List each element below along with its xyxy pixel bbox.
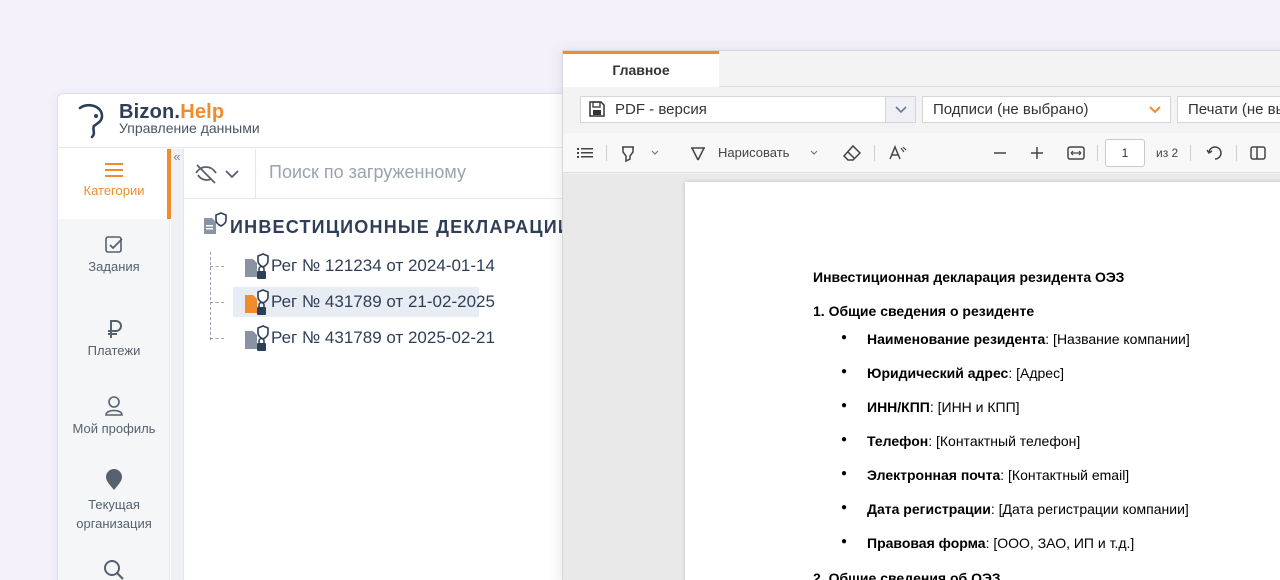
tree-item[interactable]: Рег № 431789 от 2025-02-21 <box>233 323 495 353</box>
save-icon <box>589 101 605 117</box>
document-lock-icon <box>245 253 269 279</box>
document-lock-icon <box>245 325 269 351</box>
tree-connector <box>210 302 224 303</box>
sidebar-item-label: Категории <box>83 183 145 198</box>
tree-item-label: Рег № 121234 от 2024-01-14 <box>271 256 495 275</box>
draw-pen-icon[interactable] <box>689 142 707 164</box>
fit-width-icon[interactable] <box>1066 142 1086 164</box>
chevron-down-icon[interactable] <box>809 142 819 164</box>
toolbar-divider <box>1236 145 1237 161</box>
highlighter-icon[interactable] <box>619 142 637 164</box>
version-select[interactable]: PDF - версия <box>580 96 916 123</box>
tree-connector <box>210 266 224 267</box>
filter-dropdown-button[interactable] <box>193 161 245 187</box>
app-header: Bizon.Help Управление данными <box>58 94 586 148</box>
search-bar <box>185 149 588 199</box>
eraser-icon[interactable] <box>842 142 862 164</box>
pdf-viewer-window: Главное PDF - версия Подписи (не выбрано… <box>562 50 1280 580</box>
page-number-input[interactable] <box>1105 139 1145 167</box>
menu-icon <box>105 163 123 177</box>
toolbar-divider <box>1097 145 1098 161</box>
sidebar-item-categories[interactable]: Категории <box>58 149 171 219</box>
zoom-in-icon[interactable] <box>1030 142 1044 164</box>
checkbox-icon <box>105 236 123 253</box>
sidebar-item-label: Текущая <box>88 497 140 512</box>
tree-item-label: Рег № 431789 от 2025-02-21 <box>271 328 495 347</box>
document-section-heading: 2. Общие сведения об ОЭЗ <box>813 570 1001 580</box>
brand-subtitle: Управление данными <box>119 120 260 136</box>
chevron-down-icon <box>1140 97 1170 122</box>
selects-row: PDF - версия Подписи (не выбрано) Печати… <box>563 87 1280 133</box>
list-item: Правовая форма: [ООО, ЗАО, ИП и т.д.] <box>833 533 1190 568</box>
sidebar-item-organization[interactable]: Текущая организация <box>58 469 170 531</box>
zoom-out-icon[interactable] <box>993 142 1007 164</box>
list-item: Наименование резидента: [Название компан… <box>833 329 1190 364</box>
stamps-select-value: Печати (не выбрано) <box>1188 101 1280 118</box>
tree-item-selected[interactable]: Рег № 431789 от 21-02-2025 <box>233 287 495 317</box>
divider <box>255 149 256 199</box>
list-item: Телефон: [Контактный телефон] <box>833 431 1190 466</box>
app-window: Bizon.Help Управление данными Категории … <box>57 93 588 580</box>
ruble-icon <box>108 320 122 338</box>
location-pin-icon <box>106 469 122 490</box>
toolbar-divider <box>1190 145 1191 161</box>
sidebar-item-label: организация <box>76 516 152 531</box>
text-aa-icon[interactable] <box>888 142 908 164</box>
tree-root-label: ИНВЕСТИЦИОННЫЕ ДЕКЛАРАЦИИ <box>230 217 573 237</box>
sidebar-item-payments[interactable]: Платежи <box>58 319 170 369</box>
bizon-logo-icon <box>78 103 104 139</box>
ribbon-tabbar: Главное <box>563 51 1280 87</box>
document-title: Инвестиционная декларация резидента ОЭЗ <box>813 269 1125 285</box>
document-lock-icon <box>245 289 269 315</box>
user-icon <box>105 396 123 416</box>
signatures-select[interactable]: Подписи (не выбрано) <box>922 96 1171 123</box>
sidebar-item-tasks[interactable]: Задания <box>58 235 170 285</box>
sidebar-item-search[interactable] <box>58 559 170 580</box>
sidebar-item-label: Мой профиль <box>72 421 156 436</box>
page-layout-icon[interactable] <box>1249 142 1269 164</box>
sidebar-item-label: Задания <box>88 259 140 274</box>
search-input[interactable] <box>269 162 569 183</box>
rotate-icon[interactable] <box>1205 142 1225 164</box>
tree-connector <box>210 338 224 339</box>
tree-item-label: Рег № 431789 от 21-02-2025 <box>271 292 495 311</box>
draw-button[interactable]: Нарисовать <box>718 142 789 164</box>
chevron-down-icon <box>885 97 915 122</box>
chevron-down-icon[interactable] <box>650 142 660 164</box>
chevron-down-icon <box>225 170 239 179</box>
document-section-heading: 1. Общие сведения о резиденте <box>813 303 1035 319</box>
document-shield-icon <box>204 212 227 234</box>
stamps-select[interactable]: Печати (не выбрано) <box>1177 96 1280 123</box>
pdf-toolbar: Нарисовать из 2 <box>563 133 1280 173</box>
pdf-canvas[interactable]: Инвестиционная декларация резидента ОЭЗ … <box>563 174 1280 580</box>
tree-root-folder[interactable]: ИНВЕСТИЦИОННЫЕ ДЕКЛАРАЦИИ <box>202 212 572 238</box>
document-list: Наименование резидента: [Название компан… <box>833 329 1190 568</box>
sidebar-item-profile[interactable]: Мой профиль <box>58 395 170 445</box>
toolbar-divider <box>874 145 875 161</box>
page-total-label: из 2 <box>1156 146 1179 160</box>
search-icon <box>104 560 124 580</box>
toolbar-divider <box>606 145 607 161</box>
pdf-page: Инвестиционная декларация резидента ОЭЗ … <box>685 182 1280 580</box>
sidebar: Категории Задания Платежи Мой профиль Те… <box>58 149 171 580</box>
list-item: Юридический адрес: [Адрес] <box>833 363 1190 398</box>
tree-item[interactable]: Рег № 121234 от 2024-01-14 <box>233 251 495 281</box>
outline-list-icon[interactable] <box>576 142 594 164</box>
tab-home[interactable]: Главное <box>563 51 719 87</box>
sidebar-item-label: Платежи <box>87 343 141 358</box>
signatures-select-value: Подписи (не выбрано) <box>933 101 1089 118</box>
version-select-value: PDF - версия <box>615 101 707 118</box>
visibility-off-icon <box>195 164 217 184</box>
list-item: Электронная почта: [Контактный email] <box>833 465 1190 500</box>
sidebar-collapse-button[interactable]: « <box>171 149 184 580</box>
list-item: Дата регистрации: [Дата регистрации комп… <box>833 499 1190 534</box>
list-item: ИНН/КПП: [ИНН и КПП] <box>833 397 1190 432</box>
